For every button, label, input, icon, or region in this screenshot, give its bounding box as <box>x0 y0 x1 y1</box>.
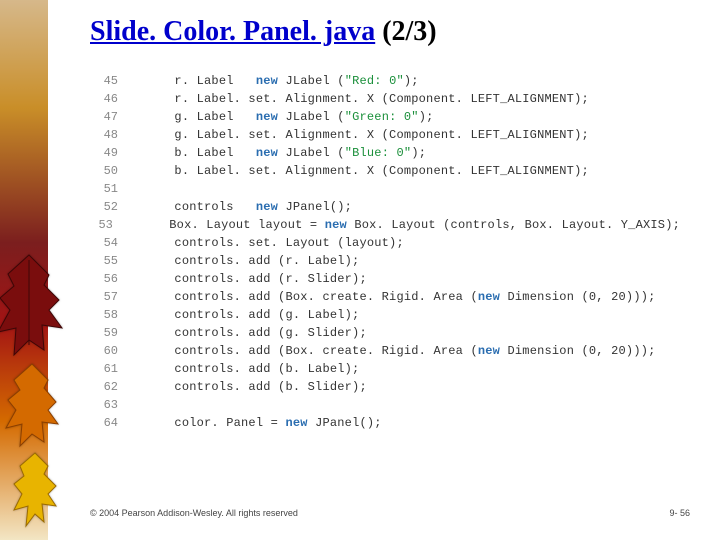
code-text: controls. add (Box. create. Rigid. Area … <box>130 288 680 306</box>
line-number: 52 <box>90 198 130 216</box>
code-text: controls. set. Layout (layout); <box>130 234 680 252</box>
code-line: 54 controls. set. Layout (layout); <box>90 234 680 252</box>
line-number: 63 <box>90 396 130 414</box>
line-number: 48 <box>90 126 130 144</box>
leaf-icon <box>0 250 64 370</box>
line-number: 46 <box>90 90 130 108</box>
code-text: r. Label new JLabel ("Red: 0"); <box>130 72 680 90</box>
decorative-left-bar <box>0 0 48 540</box>
copyright-text: © 2004 Pearson Addison-Wesley. All right… <box>90 508 298 518</box>
code-text: controls. add (Box. create. Rigid. Area … <box>130 342 680 360</box>
code-line: 63 <box>90 396 680 414</box>
code-line: 56 controls. add (r. Slider); <box>90 270 680 288</box>
code-line: 46 r. Label. set. Alignment. X (Componen… <box>90 90 680 108</box>
leaf-icon <box>2 360 62 450</box>
code-line: 45 r. Label new JLabel ("Red: 0"); <box>90 72 680 90</box>
code-listing: 45 r. Label new JLabel ("Red: 0");46 r. … <box>90 72 680 452</box>
line-number: 54 <box>90 234 130 252</box>
slide: Slide. Color. Panel. java (2/3) 45 r. La… <box>0 0 720 540</box>
code-text <box>130 396 680 414</box>
code-line: 51 <box>90 180 680 198</box>
code-line: 49 b. Label new JLabel ("Blue: 0"); <box>90 144 680 162</box>
title-suffix: (2/3) <box>375 16 436 47</box>
code-line: 59 controls. add (g. Slider); <box>90 324 680 342</box>
line-number: 57 <box>90 288 130 306</box>
code-line: 60 controls. add (Box. create. Rigid. Ar… <box>90 342 680 360</box>
line-number: 60 <box>90 342 130 360</box>
leaf-icon <box>8 450 62 530</box>
code-text: Box. Layout layout = new Box. Layout (co… <box>125 216 680 234</box>
code-text: controls. add (r. Label); <box>130 252 680 270</box>
code-text: controls. add (g. Slider); <box>130 324 680 342</box>
line-number: 62 <box>90 378 130 396</box>
code-line: 57 controls. add (Box. create. Rigid. Ar… <box>90 288 680 306</box>
code-line: 48 g. Label. set. Alignment. X (Componen… <box>90 126 680 144</box>
code-line: 62 controls. add (b. Slider); <box>90 378 680 396</box>
code-line: 61 controls. add (b. Label); <box>90 360 680 378</box>
code-text: controls. add (r. Slider); <box>130 270 680 288</box>
code-text: color. Panel = new JPanel(); <box>130 414 680 432</box>
line-number: 47 <box>90 108 130 126</box>
code-text: b. Label. set. Alignment. X (Component. … <box>130 162 680 180</box>
line-number: 64 <box>90 414 130 432</box>
line-number: 51 <box>90 180 130 198</box>
code-text: g. Label new JLabel ("Green: 0"); <box>130 108 680 126</box>
line-number: 53 <box>90 216 125 234</box>
line-number: 59 <box>90 324 130 342</box>
code-line: 64 color. Panel = new JPanel(); <box>90 414 680 432</box>
title-link[interactable]: Slide. Color. Panel. java <box>90 16 375 47</box>
code-text: b. Label new JLabel ("Blue: 0"); <box>130 144 680 162</box>
line-number: 56 <box>90 270 130 288</box>
code-text: controls. add (b. Slider); <box>130 378 680 396</box>
code-line: 50 b. Label. set. Alignment. X (Componen… <box>90 162 680 180</box>
code-line: 52 controls new JPanel(); <box>90 198 680 216</box>
code-text: r. Label. set. Alignment. X (Component. … <box>130 90 680 108</box>
code-line: 58 controls. add (g. Label); <box>90 306 680 324</box>
page-number: 9- 56 <box>669 508 690 518</box>
slide-title: Slide. Color. Panel. java (2/3) <box>90 16 437 48</box>
code-line: 47 g. Label new JLabel ("Green: 0"); <box>90 108 680 126</box>
line-number: 45 <box>90 72 130 90</box>
line-number: 58 <box>90 306 130 324</box>
code-line: 55 controls. add (r. Label); <box>90 252 680 270</box>
line-number: 49 <box>90 144 130 162</box>
code-line: 53 Box. Layout layout = new Box. Layout … <box>90 216 680 234</box>
code-text: g. Label. set. Alignment. X (Component. … <box>130 126 680 144</box>
code-text: controls. add (b. Label); <box>130 360 680 378</box>
line-number: 61 <box>90 360 130 378</box>
code-text: controls. add (g. Label); <box>130 306 680 324</box>
line-number: 50 <box>90 162 130 180</box>
code-text: controls new JPanel(); <box>130 198 680 216</box>
code-text <box>130 180 680 198</box>
line-number: 55 <box>90 252 130 270</box>
